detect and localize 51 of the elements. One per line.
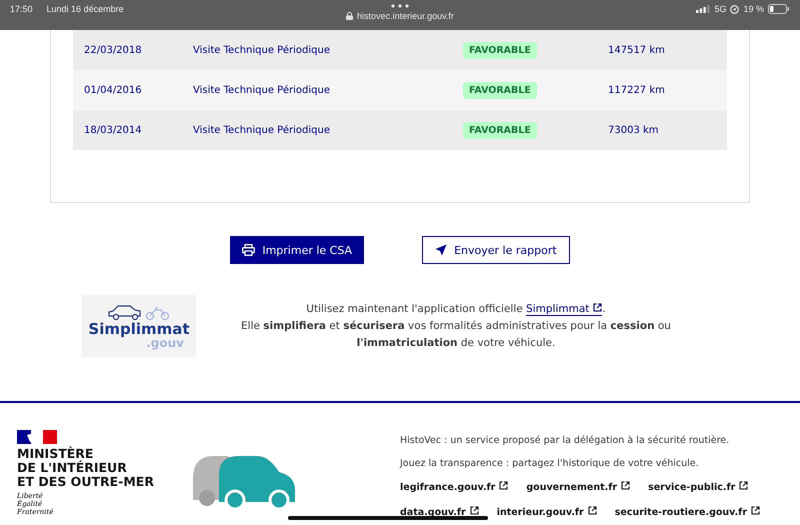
network-label: 5G [714, 4, 726, 14]
send-button[interactable]: Envoyer le rapport [422, 236, 570, 264]
footer-link[interactable]: service-public.fr [648, 481, 748, 493]
status-time: 17:50 [10, 4, 33, 14]
ministry-name: ET DES OUTRE-MER [17, 475, 154, 489]
promo-description: Elle simplifiera et sécurisera vos formalités administratives pour la cession ou l'immatriculation de votre véhicule. [240, 318, 672, 350]
car-motorbike-icon [107, 303, 171, 321]
battery-percent: 19 % [743, 4, 764, 14]
printer-icon [242, 244, 256, 256]
send-icon [435, 244, 448, 256]
date-cell-text: 22/03/2018 [83, 44, 143, 56]
type-cell-text: Visite Technique Périodique [193, 44, 331, 56]
result-badge: FAVORABLE [463, 122, 537, 138]
external-link-icon [751, 506, 760, 515]
location-icon [730, 4, 740, 14]
footer-link[interactable]: data.gouv.fr [400, 506, 479, 518]
battery-icon [768, 4, 790, 14]
footer-link[interactable]: interieur.gouv.fr [496, 506, 597, 518]
footer-link[interactable]: securite-routiere.gouv.fr [614, 506, 760, 518]
external-link-icon [499, 481, 508, 490]
footer-description: HistoVec : un service proposé par la délégation à la sécurité routière. [400, 435, 730, 446]
print-button[interactable]: Imprimer le CSA [230, 236, 364, 264]
status-date: Lundi 16 décembre [46, 4, 124, 14]
footer-link[interactable]: legifrance.gouv.fr [400, 481, 508, 493]
footer-link[interactable]: gouvernement.fr [526, 481, 630, 493]
url-text[interactable]: histovec.interieur.gouv.fr [357, 11, 454, 21]
ministry-name: MINISTÈRE [17, 447, 94, 461]
mileage-cell: 73003 km [608, 124, 659, 136]
type-cell-text: Visite Technique Périodique [193, 124, 331, 136]
flag-icon [17, 430, 57, 444]
more-icon[interactable] [391, 4, 409, 8]
external-link-icon [470, 506, 479, 515]
result-badge: FAVORABLE [463, 42, 537, 58]
mileage-cell: 117227 km [608, 84, 665, 96]
lock-icon [346, 12, 354, 20]
type-cell-text: Visite Technique Périodique [193, 84, 331, 96]
external-link-icon [739, 481, 748, 490]
mileage-cell: 147517 km [608, 44, 665, 56]
simplimmat-link[interactable]: Simplimmat [526, 302, 602, 316]
result-badge: FAVORABLE [463, 82, 537, 98]
date-cell-text: 18/03/2014 [83, 124, 143, 136]
promo-text: Utilisez maintenant l'application officielle Simplimmat . [305, 302, 607, 318]
logo-text: Simplimmat [88, 321, 190, 337]
external-link-icon [621, 481, 630, 490]
signal-icon [696, 5, 710, 13]
footer-tagline: Jouez la transparence : partagez l'historique de votre véhicule. [400, 458, 700, 469]
external-link-icon [588, 506, 597, 515]
logo-suffix: .gouv [146, 337, 184, 349]
ministry-name: DE L'INTÉRIEUR [17, 461, 128, 475]
date-cell-text: 01/04/2016 [83, 84, 143, 96]
external-link-icon [593, 302, 602, 312]
